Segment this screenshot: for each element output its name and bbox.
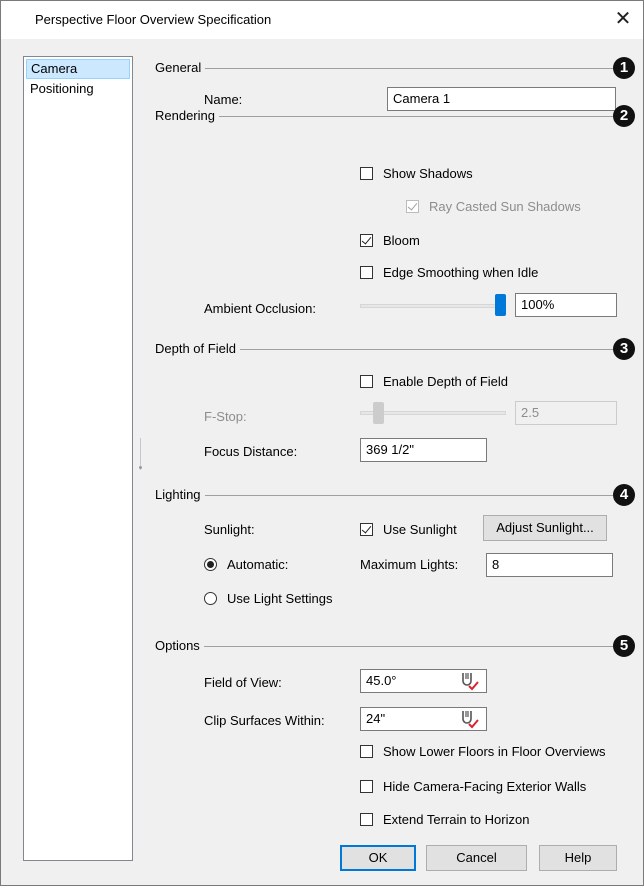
ambient-occlusion-slider[interactable] [495, 294, 506, 316]
title-bar: Perspective Floor Overview Specification… [1, 1, 643, 39]
badge-2: 2 [613, 105, 635, 127]
show-lower-floors-label[interactable]: Show Lower Floors in Floor Overviews [383, 744, 606, 759]
fstop-slider [373, 402, 384, 424]
ray-casted-checkbox[interactable] [406, 200, 419, 213]
extend-terrain-label[interactable]: Extend Terrain to Horizon [383, 812, 529, 827]
section-title-options: Options [155, 638, 204, 653]
fstop-label: F-Stop: [204, 409, 247, 424]
field-of-view-value: 45.0° [366, 673, 397, 688]
badge-4: 4 [613, 484, 635, 506]
field-of-view-label: Field of View: [204, 675, 282, 690]
calculator-icon[interactable] [458, 671, 480, 691]
sidebar: Camera Positioning [23, 56, 133, 861]
fstop-field: 2.5 [515, 401, 617, 425]
automatic-label[interactable]: Automatic: [227, 557, 288, 572]
maximum-lights-label: Maximum Lights: [360, 557, 459, 572]
use-light-settings-label[interactable]: Use Light Settings [227, 591, 333, 606]
badge-1: 1 [613, 57, 635, 79]
name-field[interactable]: Camera 1 [387, 87, 616, 111]
show-lower-floors-checkbox[interactable] [360, 745, 373, 758]
use-sunlight-checkbox[interactable] [360, 523, 373, 536]
bloom-checkbox[interactable] [360, 234, 373, 247]
show-shadows-checkbox[interactable] [360, 167, 373, 180]
badge-5: 5 [613, 635, 635, 657]
use-sunlight-label[interactable]: Use Sunlight [383, 522, 457, 537]
sunlight-label: Sunlight: [204, 522, 255, 537]
ambient-occlusion-field[interactable]: 100% [515, 293, 617, 317]
enable-dof-label[interactable]: Enable Depth of Field [383, 374, 508, 389]
sidebar-item-positioning[interactable]: Positioning [26, 79, 130, 99]
splitter-grip-icon [139, 466, 142, 469]
clip-surfaces-value: 24" [366, 711, 386, 726]
enable-dof-checkbox[interactable] [360, 375, 373, 388]
hide-walls-label[interactable]: Hide Camera-Facing Exterior Walls [383, 779, 586, 794]
clip-surfaces-label: Clip Surfaces Within: [204, 713, 325, 728]
bloom-label[interactable]: Bloom [383, 233, 420, 248]
section-title-rendering: Rendering [155, 108, 219, 123]
section-divider [156, 495, 613, 496]
dialog-title: Perspective Floor Overview Specification [35, 12, 272, 27]
extend-terrain-checkbox[interactable] [360, 813, 373, 826]
dialog-window: Perspective Floor Overview Specification… [0, 0, 644, 886]
cancel-button[interactable]: Cancel [426, 845, 527, 871]
use-light-settings-radio[interactable] [204, 592, 217, 605]
section-title-depth-of-field: Depth of Field [155, 341, 240, 356]
show-shadows-label[interactable]: Show Shadows [383, 166, 473, 181]
section-divider [156, 646, 613, 647]
section-title-lighting: Lighting [155, 487, 205, 502]
close-icon[interactable]: ✕ [611, 7, 635, 31]
section-divider [156, 116, 613, 117]
name-label: Name: [204, 92, 243, 107]
ambient-occlusion-label: Ambient Occlusion: [204, 301, 316, 316]
ok-button[interactable]: OK [340, 845, 416, 871]
adjust-sunlight-button[interactable]: Adjust Sunlight... [483, 515, 607, 541]
edge-smoothing-label[interactable]: Edge Smoothing when Idle [383, 265, 538, 280]
focus-distance-field[interactable]: 369 1/2" [360, 438, 487, 462]
sidebar-item-camera[interactable]: Camera [26, 59, 130, 79]
ambient-occlusion-track[interactable] [360, 304, 506, 308]
badge-3: 3 [613, 338, 635, 360]
maximum-lights-field[interactable]: 8 [486, 553, 613, 577]
section-divider [156, 68, 613, 69]
focus-distance-label: Focus Distance: [204, 444, 298, 459]
help-button[interactable]: Help [539, 845, 617, 871]
automatic-radio[interactable] [204, 558, 217, 571]
section-title-general: General [155, 60, 206, 75]
edge-smoothing-checkbox[interactable] [360, 266, 373, 279]
hide-walls-checkbox[interactable] [360, 780, 373, 793]
calculator-icon[interactable] [458, 709, 480, 729]
ray-casted-label: Ray Casted Sun Shadows [429, 199, 581, 214]
